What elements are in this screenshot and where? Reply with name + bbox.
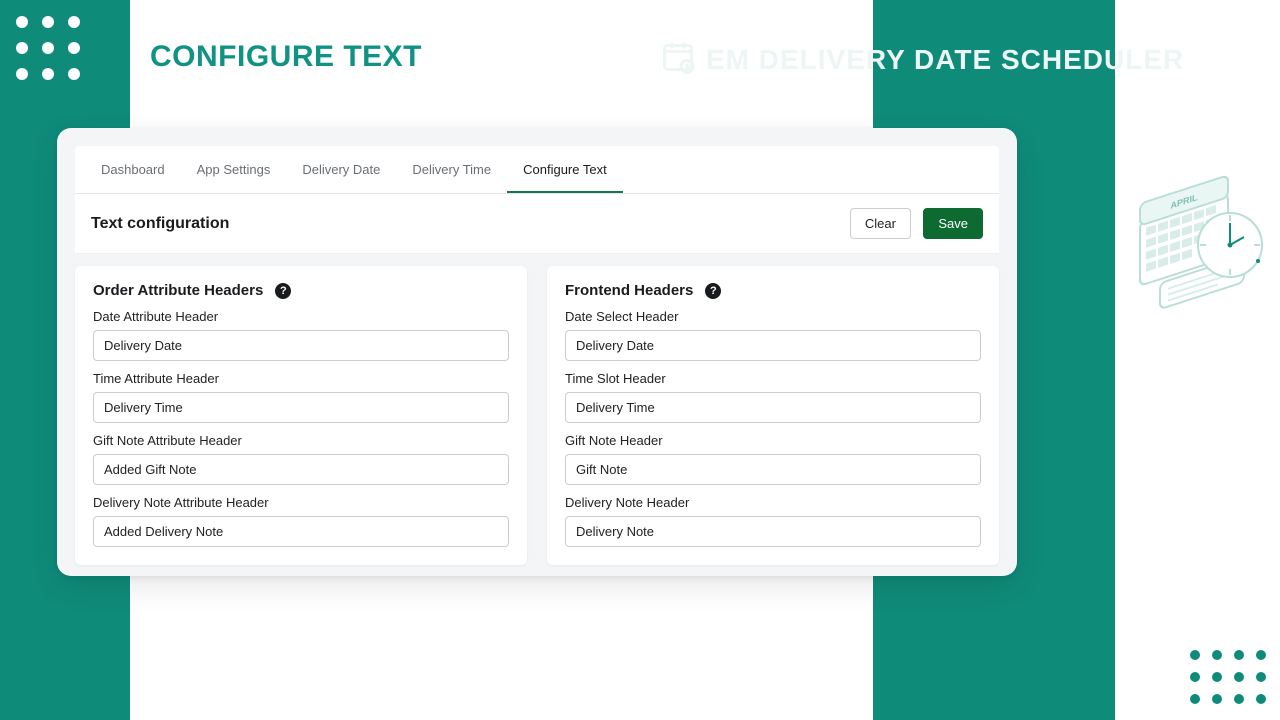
help-icon[interactable]: ? [275, 283, 291, 299]
clear-button[interactable]: Clear [850, 208, 911, 239]
tab-dashboard[interactable]: Dashboard [85, 146, 181, 193]
tab-bar: Dashboard App Settings Delivery Date Del… [75, 146, 999, 194]
order-attribute-headers-panel: Order Attribute Headers ? Date Attribute… [75, 266, 527, 565]
time-attribute-header-input[interactable] [93, 392, 509, 423]
delivery-note-attribute-header-input[interactable] [93, 516, 509, 547]
tab-app-settings[interactable]: App Settings [181, 146, 287, 193]
field-label: Gift Note Attribute Header [93, 433, 509, 448]
date-select-header-input[interactable] [565, 330, 981, 361]
section-buttons: Clear Save [850, 208, 983, 239]
frontend-headers-title: Frontend Headers [565, 282, 693, 299]
gift-note-attribute-header-input[interactable] [93, 454, 509, 485]
save-button[interactable]: Save [923, 208, 983, 239]
field-label: Delivery Note Header [565, 495, 981, 510]
date-attribute-header-input[interactable] [93, 330, 509, 361]
calendar-icon [660, 38, 696, 81]
time-slot-header-input[interactable] [565, 392, 981, 423]
section-header-bar: Text configuration Clear Save [75, 194, 999, 254]
frontend-headers-panel: Frontend Headers ? Date Select Header Ti… [547, 266, 999, 565]
config-card: Dashboard App Settings Delivery Date Del… [57, 128, 1017, 576]
panels-row: Order Attribute Headers ? Date Attribute… [75, 266, 999, 565]
order-attribute-headers-title: Order Attribute Headers [93, 282, 263, 299]
field-label: Date Attribute Header [93, 309, 509, 324]
section-title: Text configuration [91, 215, 229, 233]
tab-delivery-time[interactable]: Delivery Time [396, 146, 507, 193]
field-label: Gift Note Header [565, 433, 981, 448]
help-icon[interactable]: ? [705, 283, 721, 299]
product-name-text: EM DELIVERY DATE SCHEDULER [706, 44, 1184, 76]
field-label: Time Attribute Header [93, 371, 509, 386]
tab-delivery-date[interactable]: Delivery Date [286, 146, 396, 193]
field-label: Delivery Note Attribute Header [93, 495, 509, 510]
product-watermark: EM DELIVERY DATE SCHEDULER [660, 38, 1184, 81]
dot-grid-top-left [16, 16, 80, 80]
tab-configure-text[interactable]: Configure Text [507, 146, 623, 193]
field-label: Time Slot Header [565, 371, 981, 386]
gift-note-header-input[interactable] [565, 454, 981, 485]
dot-grid-bottom-right [1190, 650, 1266, 704]
calendar-clock-illustration: APRIL [1130, 165, 1270, 335]
page-title: CONFIGURE TEXT [150, 40, 422, 74]
field-label: Date Select Header [565, 309, 981, 324]
delivery-note-header-input[interactable] [565, 516, 981, 547]
